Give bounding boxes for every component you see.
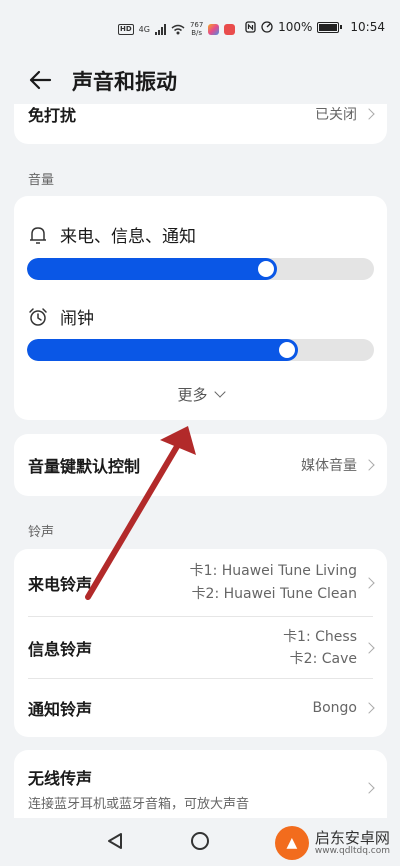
volume-key-value: 媒体音量	[301, 458, 357, 474]
chevron-right-icon	[363, 459, 375, 471]
nfc-icon	[245, 21, 256, 33]
net-speed: 767 B/s	[190, 21, 203, 37]
message-ringtone-values: 卡1: Chess 卡2: Cave	[283, 626, 357, 670]
volume-card: 来电、信息、通知 闹钟 更多	[14, 196, 387, 420]
arrow-left-icon	[29, 70, 52, 90]
wifi-icon	[171, 24, 185, 34]
battery-percent: 100%	[278, 20, 313, 34]
app-notification-icon	[208, 23, 220, 35]
dnd-value-group: 已关闭	[315, 104, 375, 124]
volume-ring-fill	[27, 258, 277, 280]
chevron-right-icon	[363, 782, 375, 794]
volume-ring-knob[interactable]	[258, 261, 274, 277]
app-notification-icon	[224, 23, 236, 35]
wireless-text: 无线传声 连接蓝牙耳机或蓝牙音箱，可放大声音	[28, 765, 249, 812]
chevron-right-icon	[363, 576, 375, 589]
message-ringtone-card1: 卡1: Chess	[283, 628, 357, 645]
power-saving-icon	[261, 21, 273, 33]
status-left: HD 4G 767 B/s	[118, 21, 236, 37]
volume-key-card: 音量键默认控制 媒体音量	[14, 434, 387, 496]
volume-ring-head: 来电、信息、通知	[28, 222, 196, 247]
message-ringtone-label: 信息铃声	[28, 639, 93, 659]
watermark-logo-icon: ▲	[274, 826, 309, 860]
call-ringtone-card2: 卡2: Huawei Tune Clean	[191, 585, 357, 602]
call-ringtone-card1: 卡1: Huawei Tune Living	[189, 562, 357, 579]
signal-icon	[154, 23, 166, 35]
ringtone-card: 来电铃声 卡1: Huawei Tune Living 卡2: Huawei T…	[14, 549, 387, 737]
wireless-row[interactable]: 无线传声 连接蓝牙耳机或蓝牙音箱，可放大声音	[14, 750, 387, 818]
watermark: ▲ 启东安卓网 www.qdltdq.com	[274, 826, 390, 860]
chevron-right-icon	[363, 108, 375, 120]
hd-icon: HD	[118, 23, 134, 35]
message-ringtone-row[interactable]: 信息铃声 卡1: Chess 卡2: Cave	[14, 617, 387, 678]
more-label: 更多	[177, 386, 208, 404]
call-ringtone-row[interactable]: 来电铃声 卡1: Huawei Tune Living 卡2: Huawei T…	[14, 549, 387, 616]
dnd-card: 免打扰 已关闭	[14, 104, 387, 144]
wireless-chevron-group	[363, 782, 375, 794]
call-ringtone-value-group: 卡1: Huawei Tune Living 卡2: Huawei Tune C…	[190, 560, 375, 606]
notify-ringtone-row[interactable]: 通知铃声 Bongo	[14, 679, 387, 737]
volume-alarm-slider[interactable]	[27, 339, 374, 361]
dnd-label: 免打扰	[28, 106, 77, 125]
nav-home-icon[interactable]	[191, 832, 209, 850]
volume-ring-label: 来电、信息、通知	[60, 227, 196, 247]
volume-alarm-label: 闹钟	[60, 309, 94, 329]
call-ringtone-values: 卡1: Huawei Tune Living 卡2: Huawei Tune C…	[190, 560, 357, 606]
notify-ringtone-value-group: Bongo	[312, 700, 375, 716]
dnd-value: 已关闭	[315, 107, 357, 123]
ringtone-section-label: 铃声	[28, 525, 55, 540]
call-ringtone-label: 来电铃声	[28, 574, 93, 594]
volume-key-label: 音量键默认控制	[28, 457, 141, 476]
watermark-text-group: 启东安卓网 www.qdltdq.com	[315, 830, 390, 856]
watermark-text: 启东安卓网	[314, 829, 390, 847]
nav-back-icon[interactable]	[106, 832, 124, 850]
dnd-row[interactable]: 免打扰 已关闭	[14, 104, 387, 134]
volume-alarm-fill	[27, 339, 298, 361]
speed-unit: B/s	[191, 29, 203, 37]
network-type: 4G	[138, 24, 150, 34]
more-button[interactable]: 更多	[14, 384, 387, 405]
wireless-desc: 连接蓝牙耳机或蓝牙音箱，可放大声音	[28, 796, 250, 812]
bell-icon	[30, 226, 46, 244]
volume-ring-slider[interactable]	[27, 258, 374, 280]
chevron-right-icon	[363, 702, 375, 714]
speed-value: 767	[189, 21, 204, 29]
message-ringtone-value-group: 卡1: Chess 卡2: Cave	[283, 626, 375, 670]
chevron-down-icon	[213, 386, 226, 398]
back-button[interactable]	[26, 66, 54, 94]
status-right: 100% 10:54	[245, 20, 385, 34]
wireless-label: 无线传声	[28, 768, 93, 788]
volume-alarm-head: 闹钟	[28, 304, 94, 329]
page-title: 声音和振动	[72, 70, 177, 94]
chevron-right-icon	[363, 641, 375, 654]
volume-alarm-knob[interactable]	[279, 342, 295, 358]
message-ringtone-card2: 卡2: Cave	[289, 650, 357, 667]
volume-section-label: 音量	[28, 173, 55, 188]
app-header: 声音和振动	[0, 58, 400, 104]
battery-icon	[317, 21, 343, 33]
notify-ringtone-label: 通知铃声	[28, 700, 93, 719]
watermark-url: www.qdltdq.com	[314, 846, 390, 856]
wireless-card: 无线传声 连接蓝牙耳机或蓝牙音箱，可放大声音	[14, 750, 387, 818]
notify-ringtone-value: Bongo	[312, 700, 358, 716]
volume-key-value-group: 媒体音量	[301, 455, 375, 475]
volume-key-row[interactable]: 音量键默认控制 媒体音量	[14, 434, 387, 496]
clock: 10:54	[350, 20, 385, 34]
status-bar: HD 4G 767 B/s 100% 10:54	[0, 0, 400, 58]
alarm-clock-icon	[29, 307, 47, 326]
